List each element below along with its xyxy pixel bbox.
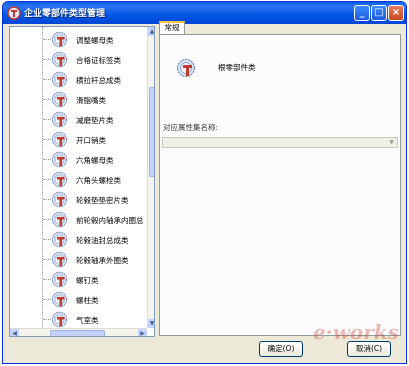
scroll-up-icon[interactable]: ▲ [148, 27, 154, 36]
app-gear-icon [7, 6, 21, 20]
tree-connector-branch [43, 79, 51, 80]
gear-t-icon [51, 91, 68, 108]
gear-t-icon [51, 111, 68, 128]
tree-vertical-scrollbar[interactable]: ▲ ▼ [147, 27, 154, 328]
tree-connector-branch [43, 319, 51, 320]
scroll-left-icon[interactable]: ◀ [10, 329, 19, 336]
tree-item[interactable]: 滑脂嘴类 [10, 90, 150, 110]
gear-t-icon [51, 311, 68, 328]
gear-t-icon [51, 251, 68, 268]
tab-general[interactable]: 常规 [159, 21, 185, 34]
tree-item-label: 螺柱类 [76, 296, 99, 305]
gear-t-icon [51, 131, 68, 148]
tree-connector-branch [43, 139, 51, 140]
tree-connector-branch [43, 159, 51, 160]
attribute-set-select[interactable]: ▼ [162, 137, 398, 148]
vertical-scroll-thumb[interactable] [149, 87, 154, 177]
gear-t-icon [176, 58, 196, 78]
tree-connector-branch [43, 99, 51, 100]
tree-item[interactable]: 开口销类 [10, 130, 150, 150]
tree-item-label: 螺钉类 [76, 276, 99, 285]
tree-connector-branch [43, 279, 51, 280]
tree-item-label: 六角螺母类 [76, 156, 114, 165]
tree-item-label: 气室类 [76, 316, 99, 325]
tree-connector-branch [43, 179, 51, 180]
gear-t-icon [51, 271, 68, 288]
tree-item-label: 开口销类 [76, 136, 106, 145]
tree-item-label: 轮毂轴承外圈类 [76, 256, 129, 265]
scroll-right-icon[interactable]: ▶ [138, 329, 147, 336]
gear-t-icon [51, 211, 68, 228]
window-title: 企业零部件类型管理 [24, 9, 106, 19]
tree-item-label: 轮毂垫垫密片类 [76, 196, 129, 205]
gear-t-icon [51, 171, 68, 188]
tree-connector-branch [43, 299, 51, 300]
watermark-logo: e·works [313, 320, 399, 344]
tree-connector-branch [43, 119, 51, 120]
gear-t-icon [51, 151, 68, 168]
tree-item[interactable]: 螺钉类 [10, 270, 150, 290]
tree-item[interactable]: 螺柱类 [10, 290, 150, 310]
tree-connector-branch [43, 199, 51, 200]
tree-item[interactable]: 调整螺母类 [10, 30, 150, 50]
part-type-manager-window: 企业零部件类型管理 _ □ × 调整螺母类合格证标签类 横拉杆总成类 滑脂嘴类减磨垫… [2, 1, 407, 364]
tree-connector-branch [43, 39, 51, 40]
gear-t-icon [51, 71, 68, 88]
attribute-set-label: 对应属性集名称: [163, 123, 219, 132]
tree-item-label: 前轮毂内轴承内圈总 [76, 216, 144, 225]
close-button[interactable]: × [388, 5, 404, 21]
tree-item[interactable]: 轮毂轴承外圈类 [10, 250, 150, 270]
tree-item-label: 调整螺母类 [76, 36, 114, 45]
part-type-name: 根零部件类 [218, 63, 256, 72]
tree-item[interactable]: 减磨垫片类 [10, 110, 150, 130]
tree-connector-branch [43, 259, 51, 260]
minimize-button[interactable]: _ [354, 5, 370, 21]
gear-t-icon [51, 31, 68, 48]
tree-item[interactable]: 轮毂油封总成类 [10, 230, 150, 250]
tree-item-label: 合格证标签类 [76, 56, 121, 65]
scroll-down-icon[interactable]: ▼ [148, 319, 154, 328]
part-type-tree[interactable]: 调整螺母类合格证标签类 横拉杆总成类 滑脂嘴类减磨垫片类开口销类六角螺母类六角头螺栓… [9, 26, 155, 337]
tree-connector-branch [43, 239, 51, 240]
title-bar[interactable]: 企业零部件类型管理 _ □ × [3, 2, 406, 24]
tree-item-label: 横拉杆总成类 [76, 76, 121, 85]
tree-connector-branch [43, 59, 51, 60]
tree-item-label: 滑脂嘴类 [76, 96, 106, 105]
gear-t-icon [51, 51, 68, 68]
tree-horizontal-scrollbar[interactable]: ◀ ▶ [10, 328, 147, 336]
tree-connector-branch [43, 219, 51, 220]
maximize-button[interactable]: □ [371, 5, 387, 21]
gear-t-icon [51, 191, 68, 208]
chevron-down-icon[interactable]: ▼ [386, 138, 397, 147]
general-tab-panel: 根零部件类 对应属性集名称: ▼ [159, 34, 401, 336]
tree-item-label: 六角头螺栓类 [76, 176, 121, 185]
tree-item-label: 减磨垫片类 [76, 116, 114, 125]
tree-item[interactable]: 前轮毂内轴承内圈总 [10, 210, 150, 230]
tree-item[interactable]: 六角螺母类 [10, 150, 150, 170]
tree-item[interactable]: 气室类 [10, 310, 150, 330]
tree-item-label: 轮毂油封总成类 [76, 236, 129, 245]
tree-item[interactable]: 轮毂垫垫密片类 [10, 190, 150, 210]
ok-button[interactable]: 确定(O) [259, 341, 303, 357]
tree-item[interactable]: 合格证标签类 [10, 50, 150, 70]
gear-t-icon [51, 291, 68, 308]
gear-t-icon [51, 231, 68, 248]
tree-item[interactable]: 六角头螺栓类 [10, 170, 150, 190]
horizontal-scroll-thumb[interactable] [50, 330, 105, 336]
tree-item[interactable]: 横拉杆总成类 [10, 70, 150, 90]
